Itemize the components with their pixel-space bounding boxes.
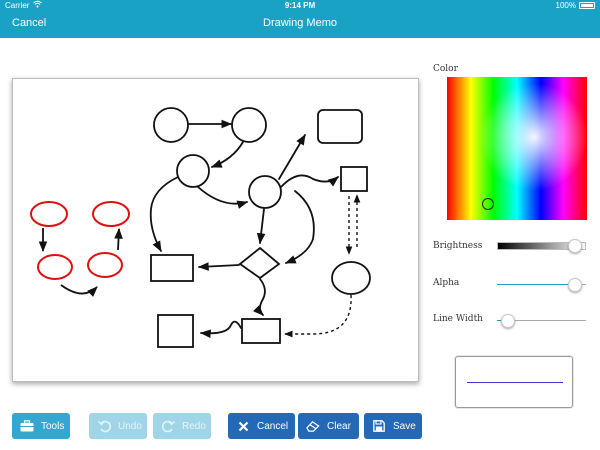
arrow	[149, 176, 179, 252]
saturation-overlay	[447, 77, 587, 220]
shape-square	[340, 166, 368, 192]
arrow	[114, 227, 123, 251]
redo-button[interactable]: Redo	[153, 413, 211, 439]
arrow	[253, 278, 266, 316]
arrow	[256, 208, 266, 245]
shape-circle	[153, 107, 189, 143]
shape-rectangle	[150, 254, 194, 282]
brightness-slider[interactable]	[497, 239, 586, 253]
floppy-disk-icon	[372, 419, 386, 433]
cancel-button[interactable]: Cancel	[228, 413, 295, 439]
shape-circle	[248, 175, 282, 209]
alpha-label: Alpha	[433, 278, 460, 288]
cancel-button-label: Cancel	[257, 420, 289, 432]
eraser-icon	[306, 419, 320, 433]
line-width-slider[interactable]	[497, 314, 586, 328]
stroke-preview	[455, 356, 573, 408]
arrow	[199, 320, 242, 339]
close-icon	[236, 419, 250, 433]
arrow	[60, 284, 98, 297]
stroke-preview-line	[467, 382, 563, 383]
color-picker-marker[interactable]	[482, 198, 494, 210]
clear-button[interactable]: Clear	[298, 413, 359, 439]
arrow	[197, 186, 249, 209]
shape-red-ellipse	[92, 201, 130, 227]
battery-percentage: 100%	[555, 1, 576, 10]
shape-diamond	[238, 246, 281, 280]
undo-icon	[97, 419, 111, 433]
line-width-slider-thumb[interactable]	[501, 314, 515, 328]
arrow	[280, 174, 339, 188]
alpha-slider-thumb[interactable]	[568, 278, 582, 292]
clear-button-label: Clear	[327, 420, 351, 432]
navigation-bar: Cancel Drawing Memo	[0, 11, 600, 38]
line-width-label: Line Width	[433, 314, 483, 324]
brightness-slider-thumb[interactable]	[568, 239, 582, 253]
shape-red-ellipse	[87, 252, 123, 278]
alpha-slider[interactable]	[497, 278, 586, 292]
shape-circle	[231, 107, 267, 143]
shape-circle	[176, 154, 210, 188]
undo-button[interactable]: Undo	[89, 413, 147, 439]
status-bar: Carrier 9:14 PM 100%	[0, 0, 600, 11]
drawing-canvas[interactable]	[12, 78, 419, 382]
arrow	[278, 134, 306, 180]
shape-rectangle	[241, 318, 281, 344]
page-title: Drawing Memo	[263, 17, 337, 29]
shape-red-ellipse	[30, 201, 68, 227]
arrow	[210, 141, 244, 168]
canvas-drawing	[30, 107, 371, 348]
alpha-fill	[497, 284, 575, 285]
arrow	[285, 190, 315, 264]
brightness-label: Brightness	[433, 241, 483, 251]
tools-button-label: Tools	[41, 420, 65, 432]
redo-icon	[161, 419, 175, 433]
drawing-memo-screen: Carrier 9:14 PM 100% Cancel Drawing Memo	[0, 0, 600, 450]
toolbox-icon	[20, 419, 34, 433]
color-label: Color	[433, 64, 458, 74]
save-button-label: Save	[393, 420, 416, 432]
color-picker[interactable]	[447, 77, 587, 220]
undo-button-label: Undo	[118, 420, 142, 432]
dashed-arrow	[284, 294, 352, 338]
battery-icon	[579, 2, 595, 9]
redo-button-label: Redo	[182, 420, 206, 432]
shape-square	[157, 314, 194, 348]
clock: 9:14 PM	[284, 1, 316, 10]
save-button[interactable]: Save	[364, 413, 422, 439]
arrow	[197, 262, 240, 271]
shape-ellipse	[331, 261, 371, 295]
shape-rectangle	[317, 109, 363, 144]
shape-red-ellipse	[37, 254, 73, 280]
tools-button[interactable]: Tools	[12, 413, 70, 439]
